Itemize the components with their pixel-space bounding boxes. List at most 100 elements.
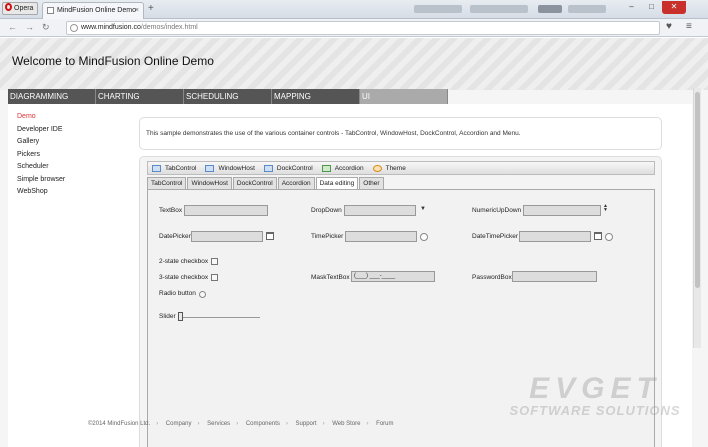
timepicker-input[interactable]	[345, 231, 417, 242]
nav-diagramming[interactable]: DIAGRAMMING	[8, 89, 96, 104]
windowhost-icon	[205, 164, 215, 172]
masktextbox-label: MaskTextBox	[311, 274, 350, 281]
web-page: Welcome to MindFusion Online Demo DIAGRA…	[0, 38, 708, 447]
page-footer: ©2014 MindFusion Ltd. › Company › Services…	[88, 421, 394, 427]
tabcontrol-icon	[152, 164, 161, 172]
tab-title: MindFusion Online Demo	[57, 7, 136, 14]
tab-data-editing[interactable]: Data editing	[315, 177, 359, 189]
watermark: EVGET SOFTWARE SOLUTIONS	[505, 374, 685, 418]
clock-icon[interactable]	[605, 233, 613, 241]
slider-label: Slider	[159, 313, 176, 320]
toolbar-tabcontrol[interactable]: TabControl	[152, 164, 196, 172]
side-item-scheduler[interactable]: Scheduler	[17, 161, 65, 174]
numericupdown-input[interactable]	[523, 205, 601, 216]
tab-close-icon[interactable]: ×	[135, 3, 139, 18]
calendar-icon[interactable]	[594, 232, 602, 240]
footer-link-web-store[interactable]: Web Store	[332, 421, 360, 427]
footer-link-company[interactable]: Company	[166, 421, 192, 427]
dockcontrol-icon	[263, 164, 273, 172]
theme-icon	[372, 164, 382, 172]
accordion-icon	[321, 164, 331, 172]
demo-toolbar: TabControl WindowHost DockControl Accord…	[147, 161, 655, 175]
two-state-checkbox[interactable]	[211, 258, 218, 265]
blurred-toolbar-item	[414, 5, 462, 13]
minimize-icon[interactable]: –	[622, 1, 641, 14]
tab-other[interactable]: Other	[359, 177, 384, 189]
masktextbox-input[interactable]: (___) ___-____	[351, 271, 435, 282]
chevron-down-icon[interactable]: ▼	[420, 206, 426, 212]
opera-logo-icon	[5, 3, 12, 11]
checkbox3-label: 3-state checkbox	[159, 274, 209, 281]
scrollbar-thumb[interactable]	[695, 92, 700, 288]
watermark-title: EVGET	[529, 372, 661, 405]
watermark-subtitle: SOFTWARE SOLUTIONS	[509, 403, 681, 418]
bookmark-heart-icon[interactable]: ♥	[666, 21, 672, 32]
back-icon[interactable]: ←	[8, 22, 17, 32]
clock-icon[interactable]	[420, 233, 428, 241]
datepicker-label: DatePicker	[159, 233, 191, 240]
radio-label: Radio button	[159, 290, 196, 297]
dropdown-label: DropDown	[311, 207, 342, 214]
datepicker-input[interactable]	[191, 231, 263, 242]
textbox-label: TextBox	[159, 207, 183, 214]
numericupdown-label: NumericUpDown	[472, 207, 522, 214]
reload-icon[interactable]: ↻	[42, 22, 50, 33]
opera-menu-button[interactable]: Opera	[2, 2, 38, 15]
blurred-toolbar-item	[538, 5, 562, 13]
side-menu: Demo Developer IDE Gallery Pickers Sched…	[17, 111, 65, 199]
spinner-arrows-icon[interactable]: ▲ ▼	[603, 204, 608, 213]
toolbar-windowhost[interactable]: WindowHost	[205, 164, 255, 172]
toolbar-accordion[interactable]: Accordion	[321, 164, 364, 172]
slider-handle[interactable]	[178, 312, 183, 321]
forward-icon[interactable]: →	[25, 22, 34, 32]
datetimepicker-input[interactable]	[519, 231, 591, 242]
toolbar-dockcontrol[interactable]: DockControl	[263, 164, 313, 172]
tab-windowhost[interactable]: WindowHost	[187, 177, 232, 189]
calendar-icon[interactable]	[266, 232, 274, 240]
slider-track[interactable]	[178, 317, 260, 318]
toolbar-theme[interactable]: Theme	[372, 164, 406, 172]
nav-mapping[interactable]: MAPPING	[272, 89, 360, 104]
blurred-toolbar-item	[568, 5, 606, 13]
datetimepicker-label: DateTimePicker	[472, 233, 518, 240]
checkbox2-label: 2-state checkbox	[159, 258, 209, 265]
side-item-simple-browser[interactable]: Simple browser	[17, 174, 65, 187]
page-scrollbar[interactable]	[693, 88, 701, 348]
footer-link-support[interactable]: Support	[296, 421, 317, 427]
dropdown-input[interactable]	[344, 205, 416, 216]
side-item-webshop[interactable]: WebShop	[17, 186, 65, 199]
page-title: Welcome to MindFusion Online Demo	[12, 54, 214, 68]
footer-link-components[interactable]: Components	[246, 421, 280, 427]
footer-link-forum[interactable]: Forum	[376, 421, 393, 427]
nav-ui[interactable]: UI	[360, 89, 448, 104]
menu-icon[interactable]: ≡	[686, 21, 692, 32]
radio-button[interactable]	[199, 291, 206, 298]
side-item-gallery[interactable]: Gallery	[17, 136, 65, 149]
passwordbox-input[interactable]	[512, 271, 597, 282]
top-navigation: DIAGRAMMING CHARTING SCHEDULING MAPPING …	[8, 89, 448, 104]
url-input[interactable]: www.mindfusion.co/demos/index.html	[66, 21, 660, 35]
tab-accordion[interactable]: Accordion	[277, 177, 315, 189]
tab-dockcontrol[interactable]: DockControl	[232, 177, 277, 189]
new-tab-button[interactable]: +	[148, 3, 154, 14]
maximize-icon[interactable]: □	[642, 1, 661, 14]
footer-link-services[interactable]: Services	[207, 421, 230, 427]
passwordbox-label: PasswordBox	[472, 274, 512, 281]
browser-titlebar: Opera MindFusion Online Demo × + – □ ✕	[0, 0, 708, 19]
blurred-toolbar-item	[470, 5, 528, 13]
side-item-pickers[interactable]: Pickers	[17, 149, 65, 162]
control-tabs: TabControl WindowHost DockControl Accord…	[147, 177, 385, 189]
tab-tabcontrol[interactable]: TabControl	[147, 177, 187, 189]
globe-icon	[70, 24, 78, 32]
nav-charting[interactable]: CHARTING	[96, 89, 184, 104]
browser-tab[interactable]: MindFusion Online Demo ×	[42, 2, 144, 19]
side-item-demo[interactable]: Demo	[17, 111, 65, 124]
footer-copyright: ©2014 MindFusion Ltd.	[88, 421, 151, 427]
textbox-input[interactable]	[184, 205, 268, 216]
three-state-checkbox[interactable]	[211, 274, 218, 281]
favicon-icon	[47, 7, 54, 14]
nav-scheduling[interactable]: SCHEDULING	[184, 89, 272, 104]
description-box: This sample demonstrates the use of the …	[139, 117, 662, 150]
side-item-developer-ide[interactable]: Developer IDE	[17, 124, 65, 137]
close-window-icon[interactable]: ✕	[662, 1, 686, 14]
